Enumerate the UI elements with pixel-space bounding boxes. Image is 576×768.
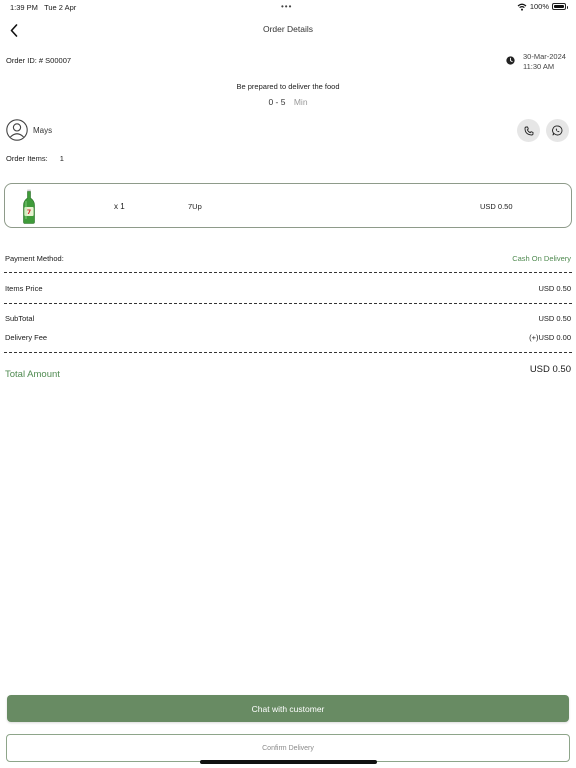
page-title: Order Details bbox=[262, 24, 314, 34]
clock-icon bbox=[506, 56, 515, 65]
delivery-fee-row: Delivery Fee (+)USD 0.00 bbox=[5, 333, 571, 342]
total-amount-value: USD 0.50 bbox=[529, 364, 571, 375]
whatsapp-button[interactable] bbox=[546, 119, 569, 142]
order-items-count: Order Items: 1 bbox=[6, 154, 64, 163]
divider bbox=[4, 352, 572, 353]
status-bar: 1:39 PM Tue 2 Apr ••• 100% bbox=[0, 0, 576, 14]
svg-text:7: 7 bbox=[27, 208, 32, 216]
battery-fill bbox=[554, 5, 564, 8]
battery-percent: 100% bbox=[529, 2, 549, 11]
order-time: 11:30 AM bbox=[523, 62, 555, 71]
divider bbox=[4, 272, 572, 273]
order-id: Order ID: # S00007 bbox=[6, 56, 72, 65]
product-image: 7 bbox=[23, 189, 35, 224]
delivery-fee-label: Delivery Fee bbox=[5, 333, 48, 342]
payment-method-row: Payment Method: Cash On Delivery bbox=[5, 254, 571, 263]
status-time: 1:39 PM Tue 2 Apr bbox=[10, 3, 76, 12]
preparation-message: Be prepared to deliver the food bbox=[236, 82, 340, 91]
item-quantity: x 1 bbox=[114, 202, 125, 211]
item-price: USD 0.50 bbox=[480, 202, 513, 211]
subtotal-row: SubTotal USD 0.50 bbox=[5, 314, 571, 323]
header: Order Details bbox=[0, 18, 576, 42]
total-amount-row: Total Amount USD 0.50 bbox=[5, 364, 571, 382]
order-item-card: 7 x 1 7Up USD 0.50 bbox=[4, 183, 572, 228]
payment-method-label: Payment Method: bbox=[5, 254, 64, 263]
order-date: 30-Mar-2024 bbox=[523, 52, 566, 61]
wifi-icon bbox=[517, 3, 527, 11]
status-indicators: 100% bbox=[517, 2, 568, 11]
customer-name: Mays bbox=[33, 126, 53, 135]
phone-icon bbox=[524, 126, 533, 135]
subtotal-value: USD 0.50 bbox=[538, 314, 571, 323]
divider bbox=[4, 303, 572, 304]
items-price-value: USD 0.50 bbox=[538, 284, 571, 293]
items-price-label: Items Price bbox=[5, 284, 43, 293]
item-name: 7Up bbox=[188, 202, 202, 211]
battery-icon bbox=[552, 3, 568, 10]
confirm-delivery-button[interactable]: Confirm Delivery bbox=[6, 734, 570, 762]
order-items-number: 1 bbox=[59, 154, 64, 163]
status-date: Tue 2 Apr bbox=[44, 3, 77, 12]
whatsapp-icon bbox=[552, 125, 563, 136]
payment-method-value: Cash On Delivery bbox=[512, 254, 571, 263]
order-items-label: Order Items: bbox=[6, 154, 48, 163]
status-clock: 1:39 PM bbox=[10, 3, 38, 12]
subtotal-label: SubTotal bbox=[5, 314, 35, 323]
call-button[interactable] bbox=[517, 119, 540, 142]
total-amount-label: Total Amount bbox=[5, 369, 60, 380]
preparation-time: 0 - 5 Min bbox=[0, 97, 576, 107]
chat-with-customer-button[interactable]: Chat with customer bbox=[7, 695, 569, 722]
user-avatar-icon bbox=[6, 119, 28, 141]
preparation-range: 0 - 5 bbox=[268, 97, 286, 107]
delivery-fee-value: (+)USD 0.00 bbox=[529, 333, 571, 342]
home-indicator[interactable] bbox=[200, 760, 377, 764]
multitask-dots-icon[interactable]: ••• bbox=[281, 3, 292, 11]
items-price-row: Items Price USD 0.50 bbox=[5, 284, 571, 293]
preparation-unit: Min bbox=[293, 97, 308, 107]
order-datetime: 30-Mar-2024 11:30 AM bbox=[523, 52, 566, 72]
